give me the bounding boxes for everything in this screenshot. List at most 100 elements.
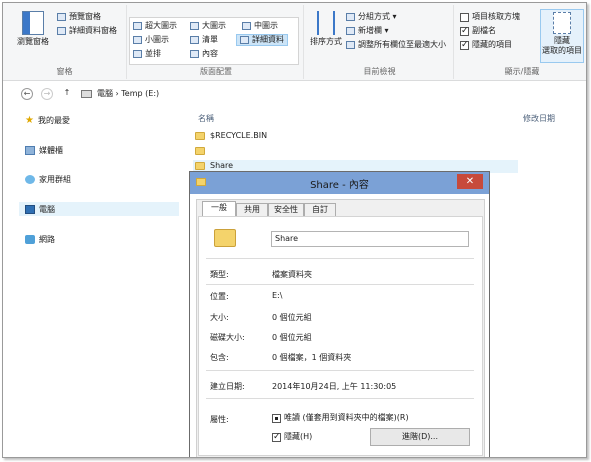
details-pane-label: 詳細資料窗格	[69, 26, 117, 35]
group-by-button[interactable]: 分組方式 ▾	[346, 11, 397, 23]
list-item[interactable]: $RECYCLE.BIN	[195, 131, 267, 140]
ribbon-group-layout-title: 版面配置	[200, 67, 232, 76]
ribbon-group-show-hide: 項目核取方塊 副檔名 隱藏的項目 隱藏 選取的項目 顯示/隱藏	[456, 5, 586, 79]
nav-label: 家用群組	[39, 175, 71, 184]
tab-customize[interactable]: 自訂	[304, 203, 336, 216]
layout-item-label: 清單	[202, 35, 218, 44]
list-icon	[190, 36, 199, 44]
contains-label: 包含:	[210, 353, 229, 362]
folder-large-icon	[214, 229, 236, 247]
content-icon	[190, 50, 199, 58]
back-button[interactable]: ←	[21, 88, 33, 100]
forward-button[interactable]: →	[41, 88, 53, 100]
hidden-items-label: 隱藏的項目	[472, 40, 512, 49]
tab-general[interactable]: 一般	[202, 201, 236, 217]
layout-details[interactable]: 詳細資料	[236, 34, 288, 46]
back-arrow-icon: ←	[23, 89, 31, 98]
tiles-icon	[133, 50, 142, 58]
add-column-button[interactable]: 新增欄 ▾	[346, 25, 389, 37]
tab-sharing[interactable]: 共用	[236, 203, 268, 216]
layout-extra-large-icons[interactable]: 超大圖示	[133, 20, 177, 32]
ribbon-group-panes-title: 窗格	[56, 67, 73, 76]
created-label: 建立日期:	[210, 382, 245, 391]
sort-by-label: 排序方式	[310, 37, 342, 46]
disk-size-label: 磁碟大小:	[210, 333, 245, 342]
dialog-title-bar[interactable]: Share - 內容 ✕	[190, 172, 489, 194]
readonly-toggle[interactable]: 唯讀 (僅套用到資料夾中的檔案)(R)	[272, 412, 409, 424]
computer-icon	[25, 205, 35, 214]
divider	[206, 258, 474, 259]
location-value: E:\	[272, 291, 283, 300]
computer-small-icon	[81, 90, 92, 98]
details-pane-button[interactable]: 詳細資料窗格	[57, 25, 117, 37]
hidden-checkbox[interactable]	[272, 431, 281, 443]
hidden-items-checkbox[interactable]	[460, 39, 469, 51]
fit-columns-label: 調整所有欄位至最適大小	[358, 40, 446, 49]
nav-item-homegroup[interactable]: 家用群組	[25, 174, 71, 185]
up-button[interactable]: ↑	[61, 88, 73, 100]
nav-pane-icon	[22, 11, 44, 35]
hide-selected-icon	[553, 12, 571, 34]
nav-item-computer[interactable]: 電腦	[25, 204, 55, 215]
readonly-label: 唯讀 (僅套用到資料夾中的檔案)(R)	[284, 413, 409, 422]
column-header-name[interactable]: 名稱	[198, 113, 214, 124]
layout-gallery: 超大圖示 大圖示 中圖示 小圖示 清單 詳細資料 並排 內容	[129, 17, 299, 65]
layout-item-label: 並排	[145, 49, 161, 58]
divider	[206, 370, 474, 371]
layout-content[interactable]: 內容	[190, 48, 218, 60]
contains-value: 0 個檔案，1 個資料夾	[272, 353, 352, 362]
nav-pane-button[interactable]: 瀏覽窗格	[17, 11, 49, 47]
location-label: 位置:	[210, 292, 229, 301]
layout-list[interactable]: 清單	[190, 34, 218, 46]
add-column-label: 新增欄 ▾	[358, 26, 389, 35]
readonly-checkbox[interactable]	[272, 413, 281, 423]
nav-item-libraries[interactable]: 媒體櫃	[25, 145, 63, 156]
ribbon-group-panes: 瀏覽窗格 預覽窗格 詳細資料窗格 窗格	[3, 5, 127, 79]
item-checkboxes-label: 項目核取方塊	[472, 12, 520, 21]
item-checkboxes-checkbox[interactable]	[460, 12, 469, 22]
nav-item-network[interactable]: 網路	[25, 234, 55, 245]
layout-large-icons[interactable]: 大圖示	[190, 20, 226, 32]
preview-pane-button[interactable]: 預覽窗格	[57, 11, 101, 23]
folder-icon	[195, 131, 205, 140]
preview-pane-icon	[57, 13, 66, 21]
hidden-toggle[interactable]: 隱藏(H)	[272, 431, 312, 443]
tab-security[interactable]: 安全性	[268, 203, 304, 216]
list-item[interactable]: Share	[195, 161, 233, 170]
homegroup-icon	[25, 175, 35, 184]
nav-label: 網路	[39, 235, 55, 244]
medium-icons-icon	[242, 22, 251, 30]
up-arrow-icon: ↑	[63, 88, 71, 97]
layout-tiles[interactable]: 並排	[133, 48, 161, 60]
item-checkboxes-toggle[interactable]: 項目核取方塊	[460, 11, 520, 23]
list-item[interactable]	[195, 147, 210, 155]
hide-selected-button[interactable]: 隱藏 選取的項目	[540, 9, 584, 63]
large-icons-icon	[190, 22, 199, 30]
layout-medium-icons[interactable]: 中圖示	[242, 20, 278, 32]
ribbon-group-current-view: 排序方式 分組方式 ▾ 新增欄 ▾ 調整所有欄位至最適大小 目前檢視	[306, 5, 454, 79]
column-header-modified[interactable]: 修改日期	[523, 113, 555, 124]
extensions-label: 副檔名	[472, 26, 496, 35]
folder-icon	[195, 161, 205, 170]
size-value: 0 個位元組	[272, 313, 312, 322]
sort-by-button[interactable]: 排序方式	[308, 11, 344, 47]
nav-item-favorites[interactable]: ★ 我的最愛	[25, 115, 70, 126]
libraries-icon	[25, 146, 35, 155]
add-column-icon	[346, 27, 355, 35]
extensions-toggle[interactable]: 副檔名	[460, 25, 496, 37]
fit-columns-button[interactable]: 調整所有欄位至最適大小	[346, 39, 446, 51]
ribbon: 瀏覽窗格 預覽窗格 詳細資料窗格 窗格 超大圖示 大圖示 中圖示 小圖示 清單 …	[3, 3, 586, 81]
address-path[interactable]: 電腦 › Temp (E:)	[97, 88, 159, 99]
close-button[interactable]: ✕	[457, 174, 483, 189]
hidden-items-toggle[interactable]: 隱藏的項目	[460, 39, 512, 51]
dialog-title: Share - 內容	[310, 180, 369, 191]
folder-name-field[interactable]: Share	[271, 231, 469, 247]
advanced-button[interactable]: 進階(D)...	[370, 428, 470, 446]
extensions-checkbox[interactable]	[460, 25, 469, 37]
divider	[206, 398, 474, 399]
sort-icon	[317, 11, 335, 35]
details-icon	[240, 36, 249, 44]
address-bar: ← → ↑ 電腦 › Temp (E:)	[3, 85, 586, 103]
layout-small-icons[interactable]: 小圖示	[133, 34, 169, 46]
properties-dialog: Share - 內容 ✕ 一般 共用 安全性 自訂 Share 類型: 檔案資料…	[189, 171, 490, 457]
